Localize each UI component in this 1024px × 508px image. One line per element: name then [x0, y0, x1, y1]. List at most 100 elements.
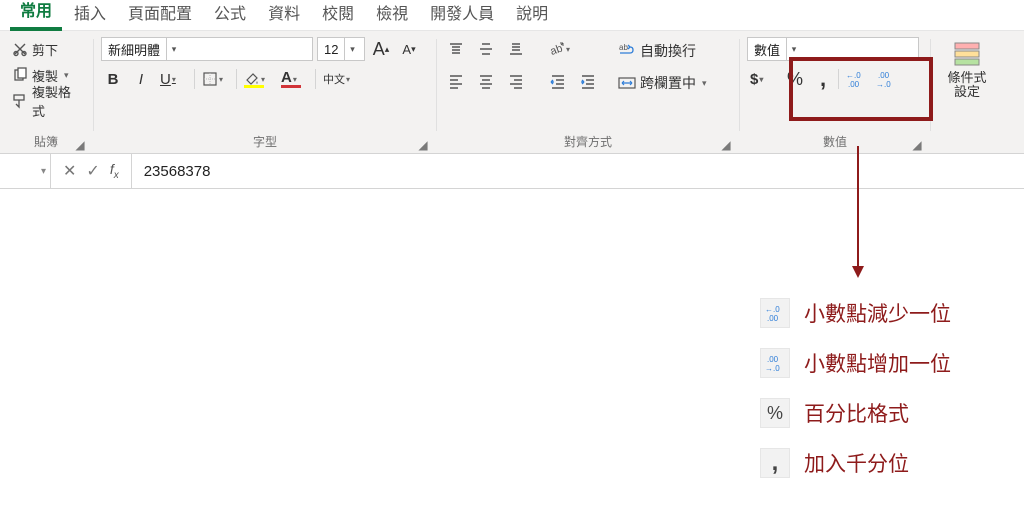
- font-color-button[interactable]: A ▾: [278, 67, 311, 91]
- increase-indent-button[interactable]: [576, 69, 600, 93]
- annotation-callouts: ←.0 .00 小數點減少一位 .00 →.0 小數點增加一位 % 百分比格式 …: [760, 298, 951, 478]
- increase-font-size-button[interactable]: A▴: [369, 37, 393, 61]
- dollar-icon: $: [750, 71, 758, 88]
- callout-comma-label: 加入千分位: [804, 448, 909, 478]
- group-alignment-label: 對齊方式: [564, 135, 612, 149]
- chevron-down-icon: ▾: [172, 75, 176, 84]
- font-name-combo[interactable]: 新細明體 ▾: [101, 37, 313, 61]
- tab-dev[interactable]: 開發人員: [420, 0, 504, 30]
- font-launcher-icon[interactable]: ◢: [417, 139, 429, 151]
- separator: [93, 39, 94, 131]
- separator: [838, 69, 839, 89]
- merge-center-icon: [618, 74, 636, 92]
- insert-function-button[interactable]: fx: [110, 161, 119, 181]
- svg-text:→.0: →.0: [765, 364, 780, 373]
- conditional-formatting-button[interactable]: 條件式 設定: [938, 37, 996, 100]
- formula-input[interactable]: [132, 154, 1024, 188]
- ribbon: 剪下 複製 ▾ 複製格式: [0, 31, 1024, 154]
- number-launcher-icon[interactable]: ◢: [911, 139, 923, 151]
- clipboard-launcher-icon[interactable]: ◢: [74, 139, 86, 151]
- callout-percent-label: 百分比格式: [804, 398, 909, 428]
- group-font-label: 字型: [253, 135, 277, 149]
- comma-icon: ,: [760, 448, 790, 478]
- scissors-icon: [12, 41, 28, 57]
- cancel-formula-icon[interactable]: ✕: [63, 161, 76, 181]
- group-number: 數值 ▾ $ ▾ % ,: [741, 35, 929, 153]
- number-format-combo[interactable]: 數值 ▾: [747, 37, 919, 61]
- decrease-font-icon: A: [402, 42, 411, 57]
- tab-view[interactable]: 檢視: [366, 0, 418, 30]
- format-painter-icon: [12, 93, 28, 109]
- percent-icon: %: [787, 69, 803, 90]
- align-bottom-button[interactable]: [504, 37, 528, 61]
- comma-icon: ,: [820, 66, 826, 92]
- bold-button[interactable]: B: [101, 67, 125, 91]
- font-size-combo[interactable]: 12 ▾: [317, 37, 365, 61]
- svg-text:←.0: ←.0: [765, 305, 780, 314]
- group-clipboard: 剪下 複製 ▾ 複製格式: [0, 35, 92, 153]
- merge-center-button[interactable]: 跨欄置中 ▾: [612, 71, 713, 95]
- group-cond-format: 條件式 設定: [932, 35, 1002, 153]
- percent-icon: %: [760, 398, 790, 428]
- tab-insert[interactable]: 插入: [64, 0, 116, 30]
- cut-label: 剪下: [32, 40, 58, 59]
- chevron-down-icon: ▾: [293, 75, 297, 84]
- increase-decimal-button[interactable]: ←.0 .00: [843, 67, 869, 91]
- number-format-value: 數值: [748, 40, 786, 59]
- separator: [739, 39, 740, 131]
- align-left-button[interactable]: [444, 69, 468, 93]
- chevron-down-icon: ▾: [786, 38, 801, 60]
- align-center-button[interactable]: [474, 69, 498, 93]
- percent-style-button[interactable]: %: [782, 67, 808, 91]
- chevron-down-icon: ▾: [41, 166, 46, 177]
- underline-button[interactable]: U ▾: [157, 67, 190, 91]
- comma-style-button[interactable]: ,: [812, 67, 834, 91]
- decrease-font-size-button[interactable]: A▾: [397, 37, 421, 61]
- name-box[interactable]: ▾: [0, 154, 51, 188]
- decrease-decimal-button[interactable]: .00 →.0: [873, 67, 899, 91]
- chevron-down-icon: ▾: [344, 38, 359, 60]
- borders-icon: [202, 71, 218, 87]
- borders-button[interactable]: ▾: [199, 67, 232, 91]
- callout-comma: , 加入千分位: [760, 448, 951, 478]
- group-number-label: 數值: [823, 135, 847, 149]
- enter-formula-icon[interactable]: ✓: [86, 161, 99, 181]
- tab-formulas[interactable]: 公式: [204, 0, 256, 30]
- tab-help[interactable]: 說明: [506, 0, 558, 30]
- orientation-button[interactable]: ab ▾: [546, 37, 579, 61]
- annotation-arrow: [857, 146, 859, 276]
- font-name-value: 新細明體: [102, 40, 166, 59]
- copy-icon: [12, 67, 28, 83]
- wrap-text-icon: ab: [618, 42, 636, 60]
- orientation-icon: ab: [549, 41, 565, 57]
- chevron-down-icon: ▾: [261, 75, 265, 84]
- italic-button[interactable]: I: [129, 67, 153, 91]
- tab-data[interactable]: 資料: [258, 0, 310, 30]
- fill-color-button[interactable]: ▾: [241, 67, 274, 91]
- tab-layout[interactable]: 頁面配置: [118, 0, 202, 30]
- phonetic-guide-button[interactable]: 中文 ▾: [320, 67, 359, 91]
- underline-icon: U: [160, 71, 171, 88]
- tab-home[interactable]: 常用: [10, 0, 62, 31]
- align-right-button[interactable]: [504, 69, 528, 93]
- accounting-button[interactable]: $ ▾: [747, 67, 778, 91]
- font-color-swatch: [281, 85, 301, 88]
- separator: [436, 39, 437, 131]
- align-middle-button[interactable]: [474, 37, 498, 61]
- increase-decimal-icon: .00 →.0: [760, 348, 790, 378]
- align-right-icon: [508, 73, 524, 89]
- align-top-button[interactable]: [444, 37, 468, 61]
- decrease-decimal-icon: .00 →.0: [876, 69, 896, 89]
- callout-increase-decimal-label: 小數點增加一位: [804, 348, 951, 378]
- align-left-icon: [448, 73, 464, 89]
- decrease-decimal-icon: ←.0 .00: [760, 298, 790, 328]
- tab-review[interactable]: 校閱: [312, 0, 364, 30]
- wrap-text-button[interactable]: ab 自動換行: [612, 39, 713, 63]
- align-middle-icon: [478, 41, 494, 57]
- format-painter-button[interactable]: 複製格式: [8, 89, 86, 113]
- alignment-launcher-icon[interactable]: ◢: [720, 139, 732, 151]
- svg-text:←.0: ←.0: [846, 71, 861, 80]
- decrease-indent-button[interactable]: [546, 69, 570, 93]
- cut-button[interactable]: 剪下: [8, 37, 86, 61]
- align-bottom-icon: [508, 41, 524, 57]
